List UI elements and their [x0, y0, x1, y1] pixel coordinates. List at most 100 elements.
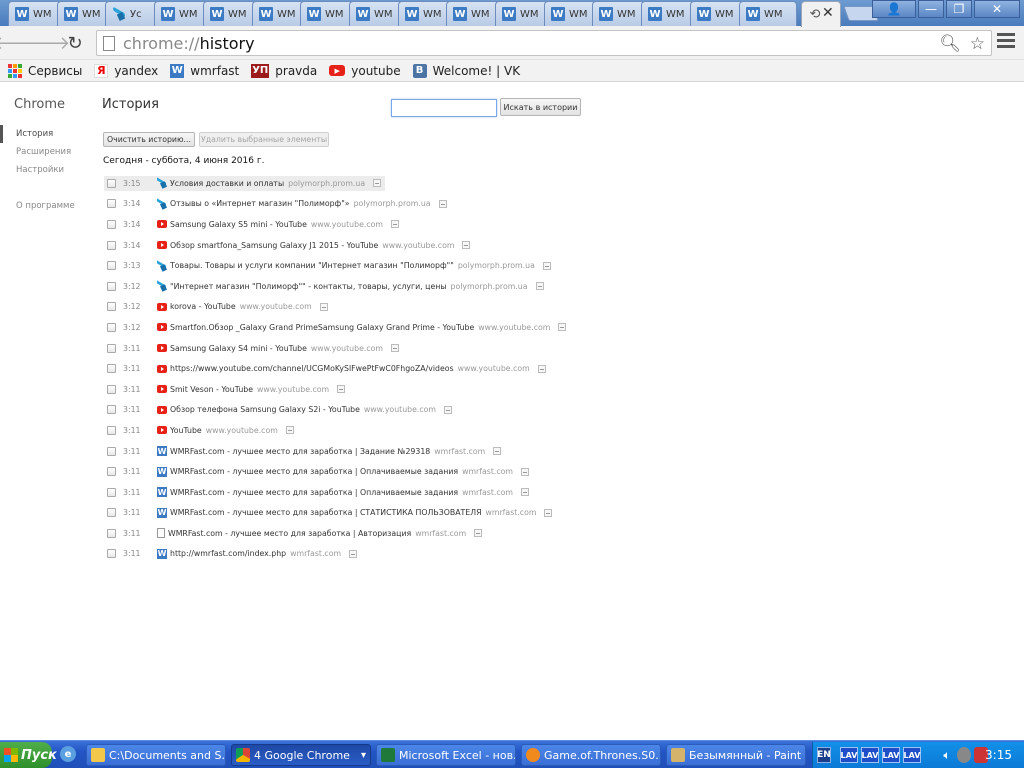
- entry-title-link[interactable]: YouTube: [170, 426, 202, 435]
- entry-checkbox[interactable]: [107, 240, 116, 250]
- tab[interactable]: W WM: [739, 1, 797, 26]
- bookmark-item[interactable]: B Welcome! | VK: [412, 63, 520, 78]
- internet-explorer-icon[interactable]: e: [60, 746, 76, 762]
- entry-title-link[interactable]: Samsung Galaxy S4 mini - YouTube: [170, 344, 307, 353]
- taskbar-button[interactable]: C:\Documents and S...: [86, 744, 226, 766]
- lav-icon[interactable]: LAV: [861, 747, 879, 763]
- entry-title-link[interactable]: WMRFast.com - лучшее место для заработка…: [170, 508, 482, 517]
- entry-menu-button[interactable]: [444, 405, 453, 414]
- forward-button[interactable]: 🡒: [22, 32, 70, 54]
- entry-menu-button[interactable]: [373, 179, 382, 188]
- entry-checkbox[interactable]: [107, 446, 116, 456]
- entry-menu-button[interactable]: [391, 344, 400, 353]
- entry-menu-button[interactable]: [544, 508, 553, 517]
- entry-menu-button[interactable]: [558, 323, 567, 332]
- chrome-menu-button[interactable]: [997, 33, 1015, 51]
- entry-title-link[interactable]: "Интернет магазин "Полиморф"" - контакты…: [170, 282, 447, 291]
- entry-title-link[interactable]: Samsung Galaxy S5 mini - YouTube: [170, 220, 307, 229]
- entry-title-link[interactable]: WMRFast.com - лучшее место для заработка…: [170, 488, 458, 497]
- search-history-button[interactable]: Искать в истории: [500, 98, 581, 116]
- history-entry: 3:11 YouTube www.youtube.com: [104, 420, 704, 441]
- entry-title-link[interactable]: Обзор телефона Samsung Galaxy S2i - YouT…: [170, 405, 360, 414]
- bookmark-item[interactable]: УП pravda: [251, 63, 317, 78]
- youtube-icon: [157, 385, 167, 394]
- entry-menu-button[interactable]: [462, 241, 471, 250]
- nav-item[interactable]: Настройки: [0, 161, 90, 179]
- entry-checkbox[interactable]: [107, 425, 116, 435]
- entry-title-link[interactable]: WMRFast.com - лучшее место для заработка…: [170, 447, 430, 456]
- remove-selected-button[interactable]: Удалить выбранные элементы: [199, 132, 329, 147]
- bookmark-star-icon[interactable]: ☆: [970, 34, 985, 54]
- bookmark-item[interactable]: Сервисы: [8, 63, 82, 78]
- nav-item[interactable]: Расширения: [0, 143, 90, 161]
- lav-icon[interactable]: LAV: [903, 747, 921, 763]
- taskbar-button[interactable]: Безымянный - Paint: [666, 744, 806, 766]
- entry-checkbox[interactable]: [107, 178, 116, 188]
- entry-checkbox[interactable]: [107, 322, 116, 332]
- entry-checkbox[interactable]: [107, 302, 116, 312]
- entry-menu-button[interactable]: [438, 199, 447, 208]
- entry-checkbox[interactable]: [107, 487, 116, 497]
- entry-title-link[interactable]: Обзор smartfona_Samsung Galaxy J1 2015 -…: [170, 241, 378, 250]
- tab-history-active[interactable]: ⟲: [801, 1, 841, 27]
- address-bar[interactable]: chrome:// history 🔍︎ ☆: [96, 30, 992, 56]
- entry-checkbox[interactable]: [107, 528, 116, 538]
- close-window-button[interactable]: ✕: [974, 0, 1020, 18]
- taskbar-button[interactable]: Game.of.Thrones.S0...: [521, 744, 661, 766]
- entry-menu-button[interactable]: [542, 261, 551, 270]
- taskbar-button[interactable]: 4 Google Chrome ▾: [231, 744, 371, 766]
- entry-title-link[interactable]: Товары. Товары и услуги компании "Интерн…: [170, 261, 454, 270]
- zoom-icon[interactable]: 🔍︎: [939, 34, 961, 54]
- entry-checkbox[interactable]: [107, 508, 116, 518]
- restore-button[interactable]: ❐: [946, 0, 972, 18]
- taskbar-button[interactable]: Microsoft Excel - нов...: [376, 744, 516, 766]
- entry-title-link[interactable]: WMRFast.com - лучшее место для заработка…: [170, 467, 458, 476]
- nav-item[interactable]: О программе: [0, 197, 90, 215]
- entry-checkbox[interactable]: [107, 405, 116, 415]
- entry-menu-button[interactable]: [535, 282, 544, 291]
- entry-title-link[interactable]: Условия доставки и оплаты: [170, 179, 284, 188]
- entry-checkbox[interactable]: [107, 467, 116, 477]
- clear-history-button[interactable]: Очистить историю...: [103, 132, 195, 147]
- entry-title-link[interactable]: Smartfon.Обзор _Galaxy Grand PrimeSamsun…: [170, 323, 474, 332]
- entry-menu-button[interactable]: [391, 220, 400, 229]
- start-button[interactable]: Пуск: [0, 742, 57, 768]
- user-icon[interactable]: 👤: [872, 0, 916, 18]
- entry-checkbox[interactable]: [107, 219, 116, 229]
- entry-menu-button[interactable]: [319, 302, 328, 311]
- reload-button[interactable]: ↻: [64, 32, 86, 54]
- entry-menu-button[interactable]: [521, 467, 530, 476]
- entry-title-link[interactable]: Отзывы о «Интернет магазин "Полиморф"»: [170, 199, 350, 208]
- entry-checkbox[interactable]: [107, 384, 116, 394]
- entry-menu-button[interactable]: [474, 529, 483, 538]
- entry-menu-button[interactable]: [537, 364, 546, 373]
- tab-close-icon[interactable]: ✕: [822, 5, 834, 21]
- entry-title-link[interactable]: korova - YouTube: [170, 302, 236, 311]
- entry-menu-button[interactable]: [521, 488, 530, 497]
- minimize-button[interactable]: —: [918, 0, 944, 18]
- nav-item[interactable]: История: [0, 125, 90, 143]
- entry-title-link[interactable]: https://www.youtube.com/channel/UCGMoKyS…: [170, 364, 454, 373]
- network-icon[interactable]: [957, 747, 971, 763]
- lav-icon[interactable]: LAV: [840, 747, 858, 763]
- entry-checkbox[interactable]: [107, 199, 116, 209]
- entry-menu-button[interactable]: [349, 549, 358, 558]
- lav-icon[interactable]: LAV: [882, 747, 900, 763]
- entry-checkbox[interactable]: [107, 549, 116, 559]
- entry-menu-button[interactable]: [285, 426, 294, 435]
- bookmark-item[interactable]: Яyandex: [94, 63, 158, 78]
- entry-title-link[interactable]: WMRFast.com - лучшее место для заработка…: [168, 529, 411, 538]
- bookmark-item[interactable]: ▶ youtube: [329, 64, 401, 78]
- entry-checkbox[interactable]: [107, 281, 116, 291]
- entry-menu-button[interactable]: [493, 447, 502, 456]
- entry-checkbox[interactable]: [107, 261, 116, 271]
- entry-title-link[interactable]: Smit Veson - YouTube: [170, 385, 253, 394]
- history-search-input[interactable]: [391, 99, 497, 117]
- language-indicator[interactable]: EN: [817, 747, 831, 763]
- entry-title-link[interactable]: http://wmrfast.com/index.php: [170, 549, 286, 558]
- entry-checkbox[interactable]: [107, 364, 116, 374]
- entry-checkbox[interactable]: [107, 343, 116, 353]
- entry-menu-button[interactable]: [337, 385, 346, 394]
- volume-icon[interactable]: 🔈︎: [940, 747, 954, 763]
- bookmark-item[interactable]: Wwmrfast: [170, 63, 239, 78]
